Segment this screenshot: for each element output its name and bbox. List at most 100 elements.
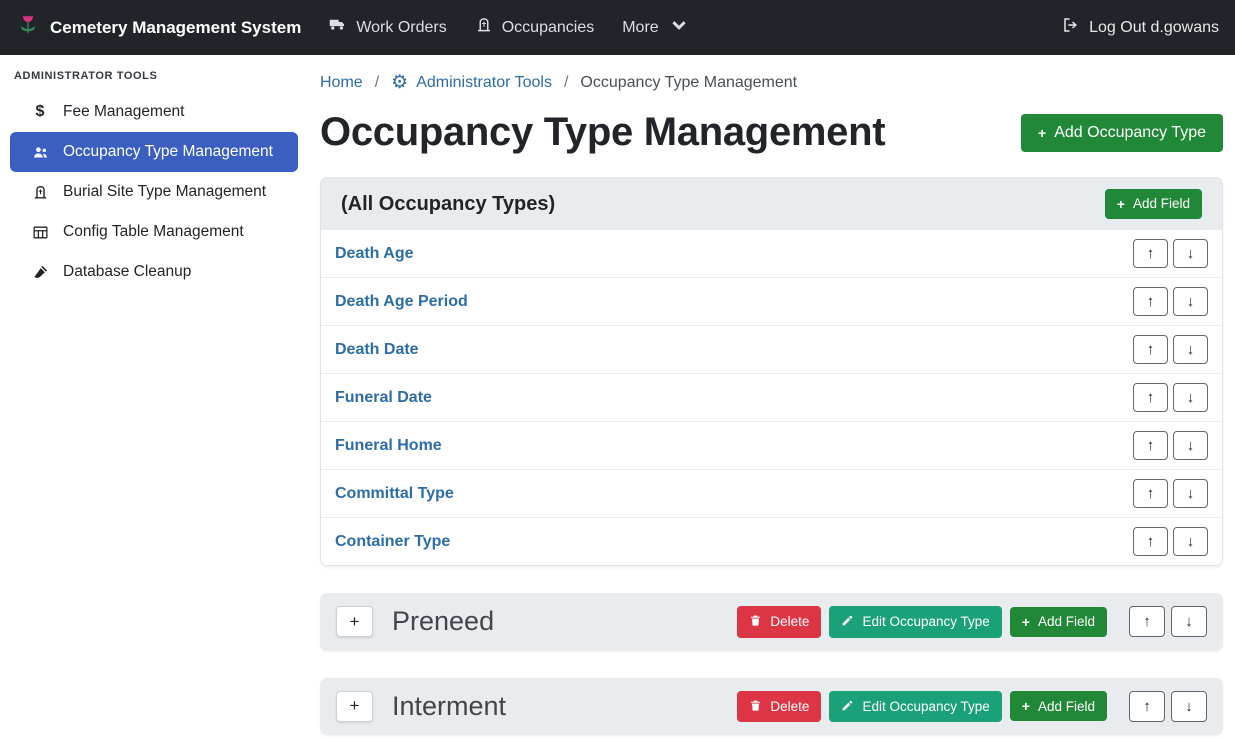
add-occupancy-type-button[interactable]: + Add Occupancy Type <box>1021 114 1223 152</box>
move-up-button[interactable]: ↑ <box>1133 431 1168 460</box>
title-row: Occupancy Type Management + Add Occupanc… <box>320 110 1223 155</box>
pencil-icon <box>841 614 854 630</box>
occupancy-type-section-preneed: + Preneed Delete Edit Occupancy Type + A… <box>320 593 1223 651</box>
app-brand[interactable]: Cemetery Management System <box>16 13 301 42</box>
gear-icon: ⚙ <box>391 73 408 92</box>
section-title: Interment <box>392 691 506 722</box>
nav-occupancies-label: Occupancies <box>502 19 595 37</box>
plus-icon: + <box>1022 615 1030 629</box>
nav-more-label: More <box>622 19 658 37</box>
field-row: Death Date ↑ ↓ <box>321 325 1222 373</box>
down-arrow-icon: ↓ <box>1187 533 1195 550</box>
logout-button[interactable]: Log Out d.gowans <box>1062 16 1219 39</box>
sidebar-item-burial-site-type-management[interactable]: Burial Site Type Management <box>0 172 308 212</box>
move-down-button[interactable]: ↓ <box>1173 431 1208 460</box>
move-up-button[interactable]: ↑ <box>1133 383 1168 412</box>
move-down-button[interactable]: ↓ <box>1173 479 1208 508</box>
field-link[interactable]: Death Age <box>335 245 414 263</box>
breadcrumb-separator: / <box>375 74 379 92</box>
add-field-button[interactable]: + Add Field <box>1010 691 1107 721</box>
all-occupancy-types-card: (All Occupancy Types) + Add Field Death … <box>320 177 1223 566</box>
plus-icon: + <box>1022 699 1030 713</box>
field-link[interactable]: Container Type <box>335 533 450 551</box>
reorder-controls: ↑ ↓ <box>1133 335 1208 364</box>
move-down-button[interactable]: ↓ <box>1173 287 1208 316</box>
move-down-button[interactable]: ↓ <box>1171 606 1207 637</box>
pencil-icon <box>841 699 854 715</box>
add-field-button[interactable]: + Add Field <box>1010 607 1107 637</box>
field-link[interactable]: Death Date <box>335 341 419 359</box>
delete-button[interactable]: Delete <box>737 606 821 638</box>
up-arrow-icon: ↑ <box>1147 533 1155 550</box>
move-down-button[interactable]: ↓ <box>1173 239 1208 268</box>
field-link[interactable]: Committal Type <box>335 485 454 503</box>
brand-title: Cemetery Management System <box>50 18 301 38</box>
field-row: Death Age Period ↑ ↓ <box>321 277 1222 325</box>
occupancy-type-section-interment: + Interment Delete Edit Occupancy Type +… <box>320 678 1223 736</box>
nav-occupancies[interactable]: Occupancies <box>461 8 609 47</box>
navbar-menu: Work Orders Occupancies More <box>315 8 701 47</box>
chevron-down-icon <box>670 16 688 39</box>
edit-occupancy-type-button[interactable]: Edit Occupancy Type <box>829 691 1001 723</box>
down-arrow-icon: ↓ <box>1187 485 1195 502</box>
field-row: Funeral Date ↑ ↓ <box>321 373 1222 421</box>
move-down-button[interactable]: ↓ <box>1173 335 1208 364</box>
dollar-icon: $ <box>30 103 50 121</box>
move-up-button[interactable]: ↑ <box>1133 239 1168 268</box>
reorder-controls: ↑ ↓ <box>1129 691 1207 722</box>
truck-icon <box>329 16 347 39</box>
sidebar-item-label: Burial Site Type Management <box>63 183 266 201</box>
main-content: Home / ⚙ Administrator Tools / Occupancy… <box>308 55 1235 738</box>
move-up-button[interactable]: ↑ <box>1133 527 1168 556</box>
field-link[interactable]: Funeral Date <box>335 389 432 407</box>
edit-occupancy-type-button[interactable]: Edit Occupancy Type <box>829 606 1001 638</box>
table-icon <box>30 224 50 241</box>
up-arrow-icon: ↑ <box>1147 245 1155 262</box>
breadcrumb-admin-tools-link[interactable]: ⚙ Administrator Tools <box>391 73 552 92</box>
reorder-controls: ↑ ↓ <box>1133 239 1208 268</box>
breadcrumb-home-link[interactable]: Home <box>320 74 363 92</box>
move-up-button[interactable]: ↑ <box>1129 691 1165 722</box>
move-down-button[interactable]: ↓ <box>1173 383 1208 412</box>
broom-icon <box>30 264 50 281</box>
plus-icon: + <box>350 612 360 632</box>
breadcrumb-current: Occupancy Type Management <box>580 74 797 92</box>
tulip-logo-icon <box>16 13 40 42</box>
nav-work-orders-label: Work Orders <box>356 19 446 37</box>
sidebar-item-occupancy-type-management[interactable]: Occupancy Type Management <box>10 132 298 172</box>
field-link[interactable]: Death Age Period <box>335 293 468 311</box>
move-up-button[interactable]: ↑ <box>1133 335 1168 364</box>
add-field-button[interactable]: + Add Field <box>1105 189 1202 219</box>
logout-label: Log Out d.gowans <box>1089 19 1219 37</box>
headstone-icon <box>30 184 50 201</box>
sidebar-item-label: Config Table Management <box>63 223 244 241</box>
move-up-button[interactable]: ↑ <box>1129 606 1165 637</box>
sidebar-item-label: Fee Management <box>63 103 185 121</box>
down-arrow-icon: ↓ <box>1185 613 1193 630</box>
expand-section-button[interactable]: + <box>336 691 373 722</box>
field-row: Container Type ↑ ↓ <box>321 517 1222 565</box>
sidebar-item-fee-management[interactable]: $ Fee Management <box>0 92 308 132</box>
move-down-button[interactable]: ↓ <box>1171 691 1207 722</box>
field-link[interactable]: Funeral Home <box>335 437 442 455</box>
sidebar-item-database-cleanup[interactable]: Database Cleanup <box>0 252 308 292</box>
field-row: Committal Type ↑ ↓ <box>321 469 1222 517</box>
down-arrow-icon: ↓ <box>1185 698 1193 715</box>
move-down-button[interactable]: ↓ <box>1173 527 1208 556</box>
field-row: Death Age ↑ ↓ <box>321 230 1222 277</box>
delete-button[interactable]: Delete <box>737 691 821 723</box>
down-arrow-icon: ↓ <box>1187 389 1195 406</box>
sidebar-item-config-table-management[interactable]: Config Table Management <box>0 212 308 252</box>
monument-icon <box>475 16 493 39</box>
up-arrow-icon: ↑ <box>1143 613 1151 630</box>
nav-more[interactable]: More <box>608 8 701 47</box>
up-arrow-icon: ↑ <box>1147 293 1155 310</box>
move-up-button[interactable]: ↑ <box>1133 287 1168 316</box>
plus-icon: + <box>1117 197 1125 211</box>
sidebar-heading: ADMINISTRATOR TOOLS <box>0 57 308 92</box>
move-up-button[interactable]: ↑ <box>1133 479 1168 508</box>
down-arrow-icon: ↓ <box>1187 245 1195 262</box>
section-title: Preneed <box>392 606 494 637</box>
expand-section-button[interactable]: + <box>336 606 373 637</box>
nav-work-orders[interactable]: Work Orders <box>315 8 460 47</box>
